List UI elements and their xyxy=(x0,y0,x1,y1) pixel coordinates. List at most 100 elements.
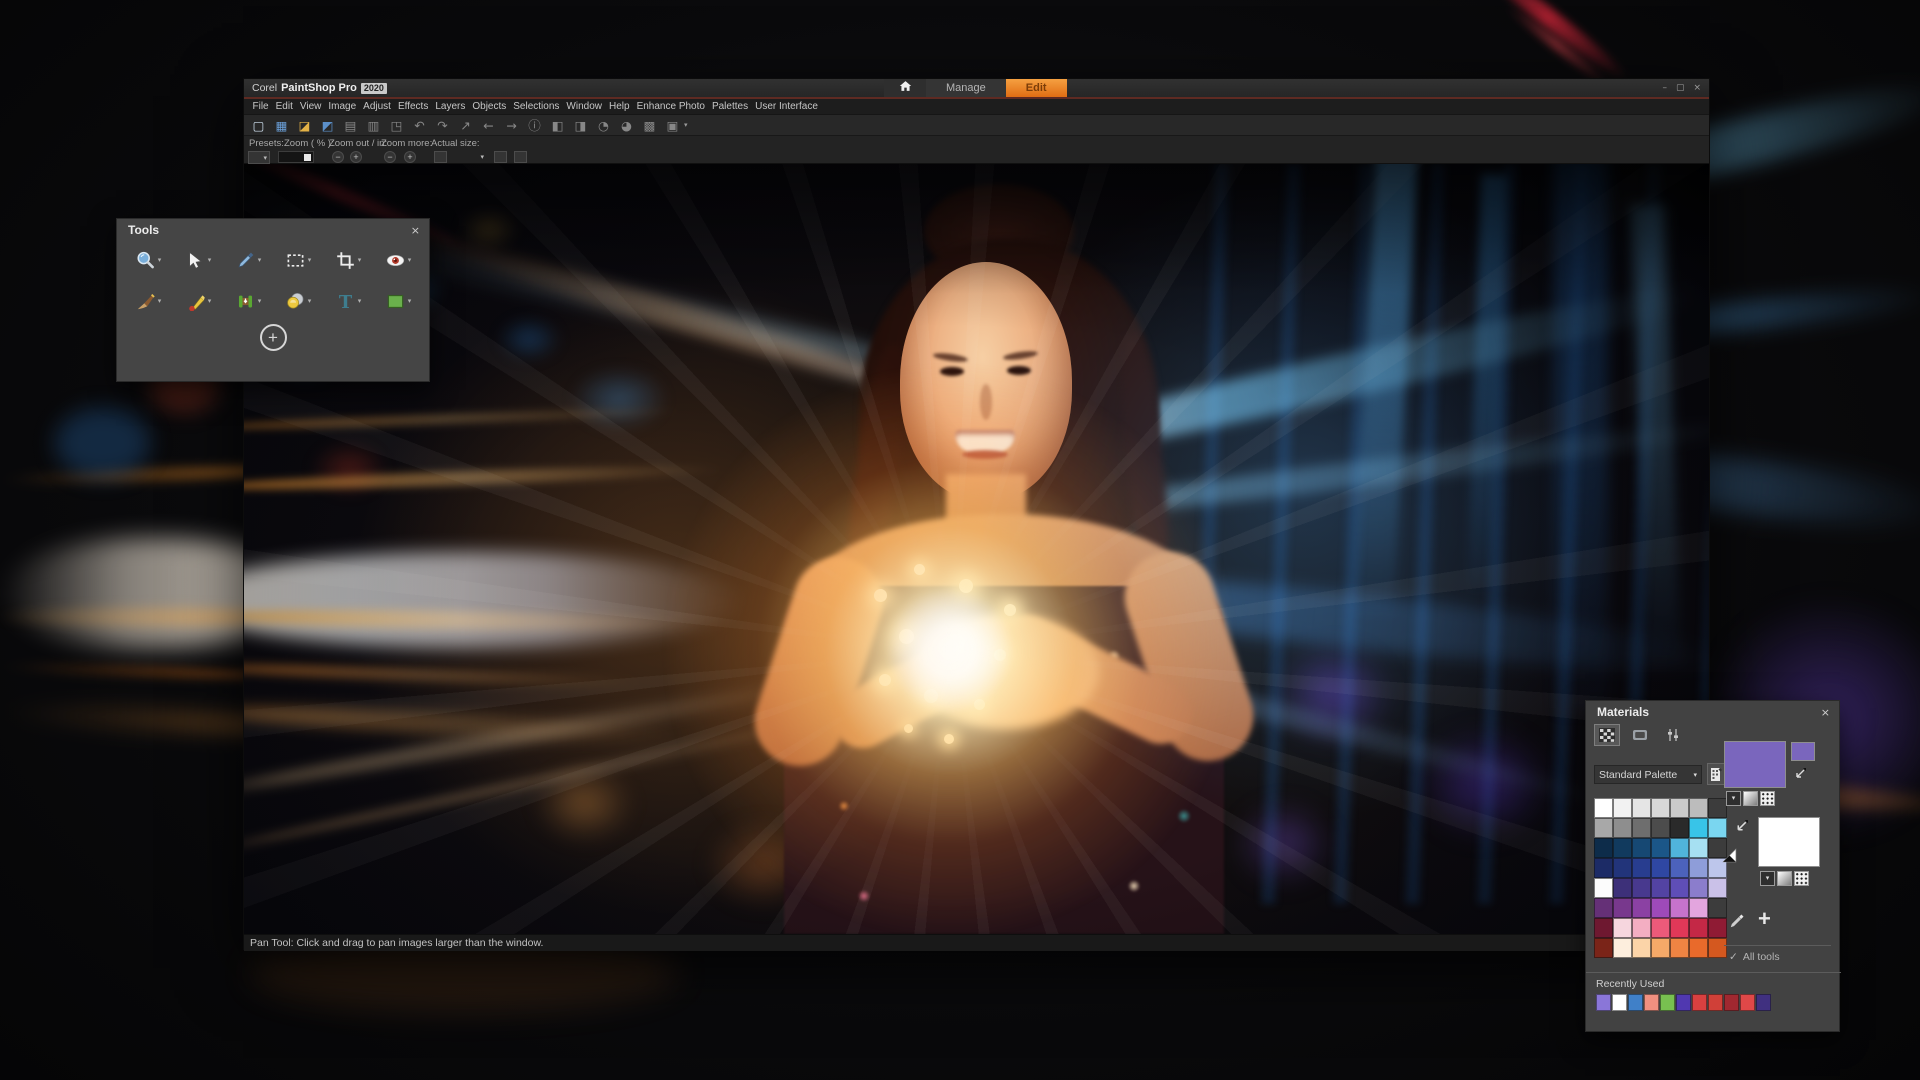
swatch-r5c6[interactable] xyxy=(1689,878,1708,898)
foreground-swatch[interactable] xyxy=(1724,741,1786,788)
materials-palette-header[interactable]: Materials × xyxy=(1586,701,1839,721)
bg-color-button[interactable]: ▾ xyxy=(1760,871,1775,886)
recent-swatch-5[interactable] xyxy=(1660,994,1675,1011)
swatch-r8c1[interactable] xyxy=(1594,938,1613,958)
restore-button[interactable]: ▢ xyxy=(1676,83,1685,93)
background-swatch[interactable] xyxy=(1758,817,1820,867)
capture-icon[interactable]: ▥ xyxy=(365,117,382,134)
swatch-r6c7[interactable] xyxy=(1708,898,1727,918)
pane-left-icon[interactable]: ◧ xyxy=(549,117,566,134)
swatch-r4c6[interactable] xyxy=(1689,858,1708,878)
tool-dropdown-arrow-icon[interactable]: ▾ xyxy=(258,256,262,264)
tool-dropdown-arrow-icon[interactable]: ▾ xyxy=(158,256,162,264)
add-tool-button[interactable]: + xyxy=(260,324,287,351)
eyedropper-icon[interactable] xyxy=(1728,913,1745,930)
swatch-r5c1[interactable] xyxy=(1594,878,1613,898)
open-folder-icon[interactable]: ◪ xyxy=(296,117,313,134)
redo-icon[interactable]: ↷ xyxy=(434,117,451,134)
menu-file[interactable]: File xyxy=(249,101,272,112)
menu-help[interactable]: Help xyxy=(605,101,633,112)
swatch-r4c2[interactable] xyxy=(1613,858,1632,878)
menu-window[interactable]: Window xyxy=(563,101,606,112)
swatch-r2c1[interactable] xyxy=(1594,818,1613,838)
swatch-r7c5[interactable] xyxy=(1670,918,1689,938)
add-color-icon[interactable]: + xyxy=(1758,906,1771,932)
swatch-r7c7[interactable] xyxy=(1708,918,1727,938)
tool-dropdown-arrow-icon[interactable]: ▾ xyxy=(308,256,312,264)
print-icon[interactable]: ▤ xyxy=(342,117,359,134)
pick-tool-button[interactable]: ▾ xyxy=(175,242,222,278)
swatch-r5c5[interactable] xyxy=(1670,878,1689,898)
tool-dropdown-arrow-icon[interactable]: ▾ xyxy=(308,297,312,305)
zoom-more-out-button[interactable]: − xyxy=(384,151,396,163)
pan-mode-button[interactable] xyxy=(494,151,507,163)
tool-dropdown-arrow-icon[interactable]: ▾ xyxy=(258,297,262,305)
dropper-tool-button[interactable]: ▾ xyxy=(225,242,272,278)
black-white-reset-icon[interactable] xyxy=(1721,847,1738,864)
swatch-r3c5[interactable] xyxy=(1670,838,1689,858)
swatch-r2c6[interactable] xyxy=(1689,818,1708,838)
swatch-r3c4[interactable] xyxy=(1651,838,1670,858)
history-a-icon[interactable]: ◔ xyxy=(595,117,612,134)
swatch-r3c2[interactable] xyxy=(1613,838,1632,858)
preset-dropdown[interactable]: ▾ xyxy=(248,151,270,164)
swatch-r1c7[interactable] xyxy=(1708,798,1727,818)
zoom-more-in-button[interactable]: + xyxy=(404,151,416,163)
bg-pattern-button[interactable] xyxy=(1794,871,1809,886)
tool-dropdown-arrow-icon[interactable]: ▾ xyxy=(158,297,162,305)
menu-user-interface[interactable]: User Interface xyxy=(752,101,822,112)
swatch-r3c6[interactable] xyxy=(1689,838,1708,858)
materials-close-icon[interactable]: × xyxy=(1821,706,1830,719)
fg-color-button[interactable]: ▾ xyxy=(1726,791,1741,806)
tab-edit[interactable]: Edit xyxy=(1006,79,1067,97)
recent-swatch-3[interactable] xyxy=(1628,994,1643,1011)
swatch-r6c5[interactable] xyxy=(1670,898,1689,918)
swatch-r2c2[interactable] xyxy=(1613,818,1632,838)
swatch-r3c3[interactable] xyxy=(1632,838,1651,858)
swatch-r7c3[interactable] xyxy=(1632,918,1651,938)
tool-dropdown-arrow-icon[interactable]: ▾ xyxy=(358,297,362,305)
history-b-icon[interactable]: ◕ xyxy=(618,117,635,134)
swatches-tab[interactable] xyxy=(1594,724,1620,746)
swatch-r5c7[interactable] xyxy=(1708,878,1727,898)
swatch-r1c3[interactable] xyxy=(1632,798,1651,818)
menu-edit[interactable]: Edit xyxy=(272,101,296,112)
picture-tube-tool-button[interactable]: ▾ xyxy=(225,283,272,319)
swatch-r5c4[interactable] xyxy=(1651,878,1670,898)
swatch-r8c4[interactable] xyxy=(1651,938,1670,958)
zoom-value-spinner[interactable] xyxy=(278,151,314,163)
menu-image[interactable]: Image xyxy=(325,101,360,112)
pane-right-icon[interactable]: ◨ xyxy=(572,117,589,134)
home-tab[interactable] xyxy=(884,79,926,97)
minimize-button[interactable]: – xyxy=(1662,83,1667,93)
swatch-r7c2[interactable] xyxy=(1613,918,1632,938)
swatch-r1c1[interactable] xyxy=(1594,798,1613,818)
selection-tool-button[interactable]: ▾ xyxy=(275,242,322,278)
recent-swatch-10[interactable] xyxy=(1740,994,1755,1011)
eraser-tool-button[interactable]: ▾ xyxy=(175,283,222,319)
flood-fill-tool-button[interactable]: ▾ xyxy=(275,283,322,319)
menu-palettes[interactable]: Palettes xyxy=(708,101,751,112)
swatch-r7c6[interactable] xyxy=(1689,918,1708,938)
menu-selections[interactable]: Selections xyxy=(510,101,563,112)
info-icon[interactable]: ⓘ xyxy=(526,117,543,134)
swatch-r8c6[interactable] xyxy=(1689,938,1708,958)
swatch-r6c4[interactable] xyxy=(1651,898,1670,918)
text-tool-button[interactable]: T▾ xyxy=(325,283,372,319)
recent-swatch-11[interactable] xyxy=(1756,994,1771,1011)
swatch-r6c3[interactable] xyxy=(1632,898,1651,918)
swatch-r2c7[interactable] xyxy=(1708,818,1727,838)
swatch-r6c2[interactable] xyxy=(1613,898,1632,918)
frame-tab[interactable] xyxy=(1627,724,1653,746)
bg-gradient-button[interactable] xyxy=(1777,871,1792,886)
tool-dropdown-arrow-icon[interactable]: ▾ xyxy=(358,256,362,264)
undo-icon[interactable]: ↶ xyxy=(411,117,428,134)
rectangle-tool-button[interactable]: ▾ xyxy=(375,283,422,319)
browse-icon[interactable]: ▦ xyxy=(273,117,290,134)
tool-dropdown-arrow-icon[interactable]: ▾ xyxy=(208,256,212,264)
toolbar-dropdown-arrow-icon[interactable]: ▾ xyxy=(684,121,688,129)
swatch-r1c6[interactable] xyxy=(1689,798,1708,818)
tool-dropdown-arrow-icon[interactable]: ▾ xyxy=(408,256,412,264)
swatch-r5c2[interactable] xyxy=(1613,878,1632,898)
options-more-dropdown[interactable]: ▾ xyxy=(474,151,486,164)
